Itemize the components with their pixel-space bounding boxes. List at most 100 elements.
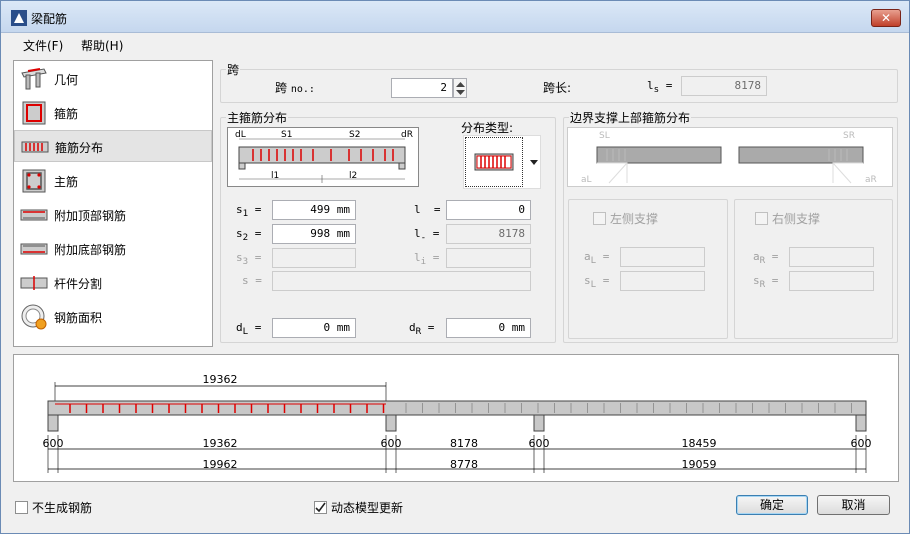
- right-support-label: 右侧支撑: [772, 210, 821, 227]
- fig-dL: dL: [235, 130, 246, 140]
- aR-label: aR =: [753, 250, 779, 267]
- sidebar-item-stirrup-distribution[interactable]: 箍筋分布: [14, 130, 212, 162]
- l-dash-label: l- =: [414, 227, 440, 244]
- additional-bottom-bar-icon: [20, 243, 48, 255]
- stirrup-icon: [22, 101, 46, 125]
- main-bar-icon: [22, 169, 46, 193]
- dR-label: dR =: [409, 321, 435, 338]
- menu-help[interactable]: 帮助(H): [81, 37, 123, 54]
- dynamic-update-label: 动态模型更新: [331, 501, 404, 515]
- dynamic-update-checkbox[interactable]: [314, 501, 327, 514]
- dim-clear-span-3: 18459: [681, 437, 717, 450]
- s1-input[interactable]: 499 mm: [272, 200, 356, 220]
- app-icon: [11, 10, 27, 26]
- close-button[interactable]: ✕: [871, 9, 901, 27]
- sidebar-item-label: 钢筋面积: [54, 311, 103, 325]
- left-support-checkbox[interactable]: [593, 212, 606, 225]
- no-rebar-checkbox[interactable]: [15, 501, 28, 514]
- menu-file[interactable]: 文件(F): [23, 37, 63, 54]
- sL-field: [620, 271, 705, 291]
- l-label: l =: [414, 203, 441, 216]
- dim-support-2: 600: [380, 437, 402, 450]
- aL-label: aL =: [584, 250, 610, 267]
- arrow-down-icon[interactable]: [456, 90, 465, 96]
- chevron-down-icon[interactable]: [530, 160, 538, 165]
- s3-label: s3 =: [236, 251, 262, 268]
- sidebar-item-geometry[interactable]: 几何: [14, 63, 212, 95]
- s3-field: [272, 248, 356, 268]
- span-number-spinner[interactable]: [453, 78, 467, 98]
- fig-s2: S2: [349, 130, 360, 140]
- s-field: [272, 271, 531, 291]
- dL-input[interactable]: 0 mm: [272, 318, 356, 338]
- aR-field: [789, 247, 874, 267]
- distribution-type-label: 分布类型:: [461, 121, 514, 135]
- sidebar-item-main-bar[interactable]: 主筋: [14, 165, 212, 197]
- span-length-label: 跨长:: [543, 81, 572, 95]
- additional-top-bar-icon: [20, 209, 48, 221]
- dim-support-1: 600: [42, 437, 64, 450]
- stirrup-distribution-icon: [21, 141, 49, 153]
- arrow-up-icon[interactable]: [456, 81, 465, 87]
- fig-aL: aL: [581, 175, 592, 185]
- right-support-checkbox[interactable]: [755, 212, 768, 225]
- li-field: [446, 248, 531, 268]
- sidebar-item-additional-bottom[interactable]: 附加底部钢筋: [14, 233, 212, 265]
- span-number-input[interactable]: 2: [391, 78, 453, 98]
- l-dash-field: 8178: [446, 224, 531, 244]
- dim-total-span-2: 8778: [450, 458, 478, 471]
- sidebar-item-label: 箍筋: [54, 107, 79, 121]
- sidebar-item-label: 箍筋分布: [55, 141, 104, 155]
- fig-l2: l2: [349, 171, 357, 181]
- fig-l1: l1: [271, 171, 279, 181]
- sidebar-item-additional-top[interactable]: 附加顶部钢筋: [14, 199, 212, 231]
- l-input[interactable]: 0: [446, 200, 531, 220]
- sidebar-item-label: 几何: [54, 73, 79, 87]
- member-split-icon: [20, 276, 48, 290]
- dim-total-span-1: 19962: [202, 458, 238, 471]
- fig-aR: aR: [865, 175, 877, 185]
- dialog-window: 梁配筋 ✕ 文件(F) 帮助(H) 几何 箍筋 箍筋分布 主筋 附加顶部钢筋 附…: [0, 0, 910, 534]
- sR-label: sR =: [753, 274, 779, 291]
- dim-total-span-3: 19059: [681, 458, 717, 471]
- check-icon: [315, 502, 326, 513]
- title-bar: 梁配筋 ✕: [1, 1, 909, 33]
- sidebar-item-member-split[interactable]: 杆件分割: [14, 267, 212, 299]
- fig-sR: SR: [843, 131, 855, 141]
- sidebar-item-rebar-area[interactable]: 钢筋面积: [14, 301, 212, 333]
- span-length-field: 8178: [681, 76, 767, 96]
- dim-support-4: 600: [850, 437, 872, 450]
- dim-support-3: 600: [528, 437, 550, 450]
- s2-input[interactable]: 998 mm: [272, 224, 356, 244]
- beam-diagram: 19362 600 600 600 600 19362 8178 18459 1…: [13, 354, 899, 482]
- window-title: 梁配筋: [31, 12, 68, 26]
- dR-input[interactable]: 0 mm: [446, 318, 531, 338]
- cancel-button[interactable]: 取消: [817, 495, 890, 515]
- menu-bar: 文件(F) 帮助(H): [1, 34, 909, 56]
- main-stirrup-title: 主箍筋分布: [226, 109, 289, 126]
- span-group-title: 跨: [226, 61, 241, 78]
- no-rebar-label: 不生成钢筋: [32, 501, 93, 515]
- s2-label: s2 =: [236, 227, 262, 244]
- sidebar-item-label: 杆件分割: [54, 277, 103, 291]
- main-stirrup-figure: dL S1 S2 dR l1 l2: [227, 127, 419, 187]
- dim-clear-span-2: 8178: [450, 437, 478, 450]
- distribution-type-icon: [474, 153, 514, 171]
- category-list: 几何 箍筋 箍筋分布 主筋 附加顶部钢筋 附加底部钢筋 杆件分割 钢筋面积: [13, 60, 213, 347]
- sidebar-item-label: 附加底部钢筋: [54, 243, 127, 257]
- sidebar-item-label: 附加顶部钢筋: [54, 209, 127, 223]
- sidebar-item-stirrup[interactable]: 箍筋: [14, 97, 212, 129]
- rebar-area-icon: [21, 304, 47, 330]
- sidebar-item-label: 主筋: [54, 175, 79, 189]
- distribution-type-select[interactable]: [463, 135, 541, 189]
- ls-label: ls =: [647, 79, 673, 96]
- fig-sL: SL: [599, 131, 610, 141]
- fig-s1: S1: [281, 130, 292, 140]
- dim-clear-span-1: 19362: [202, 437, 238, 450]
- dim-top: 19362: [202, 373, 238, 386]
- s1-label: s1 =: [236, 203, 262, 220]
- fig-dR: dR: [401, 130, 413, 140]
- li-label: li =: [414, 251, 440, 268]
- ok-button[interactable]: 确定: [736, 495, 808, 515]
- left-support-label: 左侧支撑: [610, 210, 659, 227]
